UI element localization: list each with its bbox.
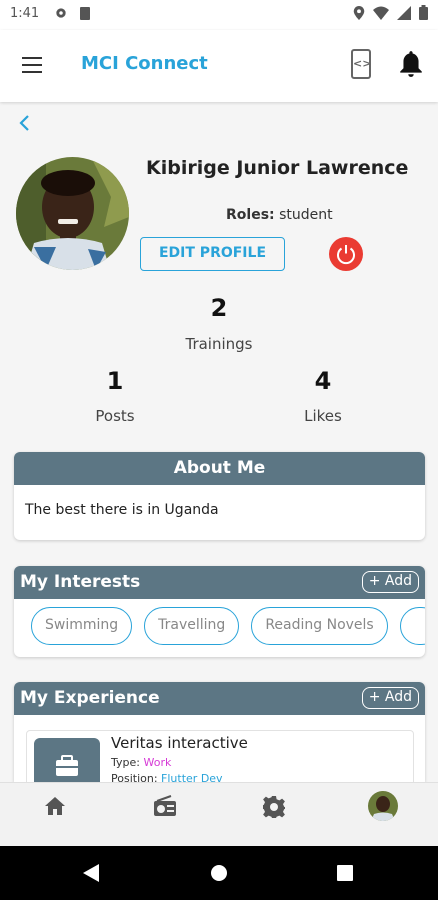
add-experience-button[interactable]: + Add bbox=[361, 687, 419, 709]
about-card: About Me The best there is in Uganda bbox=[14, 452, 425, 540]
experience-type-value: Work bbox=[143, 756, 172, 769]
location-icon bbox=[353, 5, 365, 20]
roles-line: Roles: student bbox=[226, 207, 333, 223]
interest-chips: Swimming Travelling Reading Novels bbox=[14, 607, 425, 645]
posts-label: Posts bbox=[95, 407, 135, 425]
menu-icon[interactable] bbox=[22, 57, 42, 73]
status-time: 1:41 bbox=[10, 6, 40, 21]
trainings-count: 2 bbox=[210, 294, 228, 322]
experience-position-label: Position: bbox=[111, 772, 158, 782]
user-name: Kibirige Junior Lawrence bbox=[146, 157, 409, 179]
status-right-icons bbox=[353, 5, 428, 20]
add-interest-button[interactable]: + Add bbox=[361, 571, 419, 593]
experience-type: Type: Work bbox=[111, 756, 171, 769]
signal-icon bbox=[397, 5, 411, 20]
experience-item[interactable]: Veritas interactive Type: Work Position:… bbox=[26, 730, 414, 782]
briefcase-icon bbox=[34, 738, 100, 782]
trainings-label: Trainings bbox=[185, 335, 253, 353]
app-title: MCI Connect bbox=[81, 53, 208, 74]
experience-header: My Experience + Add bbox=[14, 682, 425, 715]
status-bar: 1:41 bbox=[0, 0, 438, 30]
edit-profile-button[interactable]: EDIT PROFILE bbox=[140, 237, 285, 271]
code-icon[interactable]: <> bbox=[351, 49, 371, 79]
experience-title-text: Veritas interactive bbox=[111, 734, 248, 752]
about-title: About Me bbox=[14, 452, 425, 485]
back-icon[interactable] bbox=[17, 113, 31, 138]
likes-label: Likes bbox=[304, 407, 342, 425]
interest-chip[interactable]: Travelling bbox=[144, 607, 240, 645]
likes-count: 4 bbox=[314, 367, 332, 395]
interests-title: My Interests bbox=[20, 572, 141, 592]
sd-card-icon bbox=[80, 7, 90, 20]
experience-card: My Experience + Add Veritas interactive … bbox=[14, 682, 425, 782]
experience-title: My Experience bbox=[20, 688, 160, 708]
interest-chip-partial[interactable] bbox=[399, 607, 425, 645]
gear-icon[interactable] bbox=[262, 795, 286, 823]
home-icon[interactable] bbox=[44, 795, 66, 821]
interest-chip[interactable]: Swimming bbox=[31, 607, 133, 645]
experience-position: Position: Flutter Dev bbox=[111, 772, 223, 782]
back-nav-icon[interactable] bbox=[83, 864, 99, 882]
profile-nav-avatar[interactable] bbox=[368, 791, 398, 821]
roles-label: Roles: bbox=[226, 207, 275, 223]
interests-card: My Interests + Add Swimming Travelling R… bbox=[14, 566, 425, 657]
home-nav-icon[interactable] bbox=[211, 865, 227, 881]
status-gear-icon bbox=[54, 6, 68, 24]
recents-nav-icon[interactable] bbox=[337, 865, 353, 881]
app-bar: MCI Connect <> bbox=[0, 30, 438, 102]
system-nav-bar bbox=[0, 846, 438, 900]
wifi-icon bbox=[373, 6, 389, 20]
interest-chip[interactable]: Reading Novels bbox=[251, 607, 388, 645]
experience-type-label: Type: bbox=[111, 756, 140, 769]
battery-icon bbox=[419, 5, 428, 20]
bottom-nav bbox=[0, 782, 438, 846]
experience-position-value: Flutter Dev bbox=[161, 772, 223, 782]
posts-count: 1 bbox=[106, 367, 124, 395]
bell-icon[interactable] bbox=[398, 50, 424, 82]
about-text: The best there is in Uganda bbox=[25, 502, 219, 518]
profile-avatar bbox=[16, 157, 129, 270]
radio-icon[interactable] bbox=[153, 795, 177, 821]
power-icon[interactable] bbox=[329, 237, 363, 271]
interests-header: My Interests + Add bbox=[14, 566, 425, 599]
roles-value: student bbox=[279, 207, 333, 223]
